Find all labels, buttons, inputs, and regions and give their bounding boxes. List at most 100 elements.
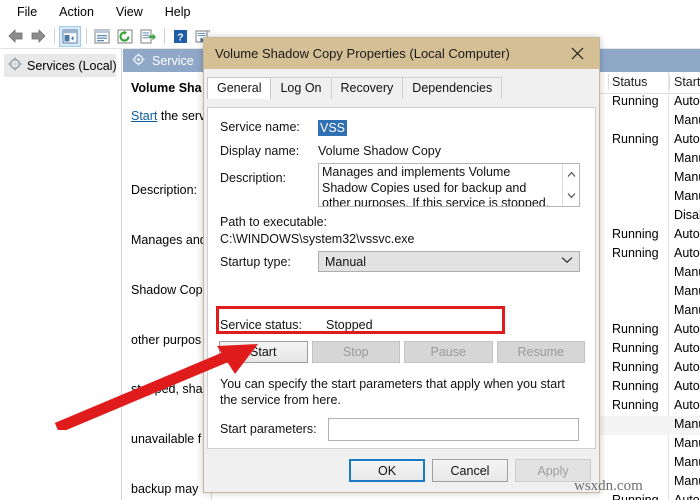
cell-startup-type: Manu [674,417,700,431]
display-name-label: Display name: [220,144,300,158]
cell-startup-type: Autom [674,341,700,355]
tab-recovery[interactable]: Recovery [330,77,404,99]
menu-file[interactable]: File [6,3,48,21]
column-divider [608,74,609,90]
service-status-row: Service status: Stopped [220,318,373,332]
cell-startup-type: Manu [674,455,700,469]
service-description-line: Shadow Cop [131,282,203,297]
console-tree-pane: Services (Local) [0,49,122,500]
refresh-icon[interactable] [114,26,136,47]
cancel-button[interactable]: Cancel [432,459,508,482]
description-scrollbar[interactable] [562,164,579,206]
results-pane-title: Service [152,53,194,68]
resume-button: Resume [496,341,585,363]
cell-status: Running [612,94,659,108]
pause-button: Pause [404,341,493,363]
cell-status: Running [612,360,659,374]
menu-help[interactable]: Help [154,3,202,21]
description-textarea[interactable]: Manages and implements Volume Shadow Cop… [318,163,580,207]
service-properties-dialog: Volume Shadow Copy Properties (Local Com… [203,37,600,493]
cell-startup-type: Manu [674,284,700,298]
cell-status: Running [612,322,659,336]
cell-startup-type: Autom [674,132,700,146]
dialog-tabs: General Log On Recovery Dependencies [207,77,599,99]
description-text: Manages and implements Volume Shadow Cop… [322,165,550,207]
service-name-label: Service name: [220,120,300,134]
start-service-link-rest: the serv [157,109,206,123]
cell-status: Running [612,398,659,412]
tab-log-on[interactable]: Log On [270,77,332,99]
sidebar-item-services-local[interactable]: Services (Local) [4,54,117,77]
column-header-status[interactable]: Status [612,75,647,89]
cell-startup-type: Manu [674,113,700,127]
display-name-value: Volume Shadow Copy [318,144,441,158]
service-description-line: Manages and [131,232,207,247]
cell-startup-type: Manu [674,303,700,317]
services-gear-icon [132,53,145,69]
selected-service-title: Volume Sha [131,81,202,95]
close-icon[interactable] [555,38,599,69]
ok-button[interactable]: OK [349,459,425,482]
column-header-startup-type[interactable]: Startu [674,75,700,89]
svg-text:?: ? [177,31,183,43]
menu-view[interactable]: View [105,3,154,21]
show-hide-console-tree-icon[interactable] [59,25,81,47]
cell-status: Running [612,227,659,241]
toolbar-separator-3 [164,28,165,44]
cell-startup-type: Disab [674,208,700,222]
cell-status: Running [612,341,659,355]
cell-startup-type: Autom [674,398,700,412]
tab-general[interactable]: General [207,77,272,99]
toolbar-separator-1 [54,28,55,44]
service-name-value: VSS [318,120,348,136]
export-list-icon[interactable] [137,26,159,47]
dialog-footer: OK Cancel Apply [204,449,599,492]
service-control-buttons: Start Stop Pause Resume [219,341,585,363]
cell-startup-type: Autom [674,360,700,374]
service-description-label: Description: [131,183,197,198]
cell-status: Running [612,246,659,260]
service-details-column: Volume Sha Start the serv Description: M… [123,72,211,500]
startup-type-label: Startup type: [220,255,291,269]
cell-startup-type: Manu [674,265,700,279]
start-service-link[interactable]: Start [131,109,157,123]
scroll-up-icon[interactable] [563,164,579,185]
services-gear-icon [8,57,22,74]
back-arrow-icon[interactable] [4,26,26,47]
start-parameters-label: Start parameters: [220,422,317,436]
cell-startup-type: Autom [674,322,700,336]
cell-startup-type: Manu [674,474,700,488]
cell-startup-type: Manu [674,189,700,203]
menu-action[interactable]: Action [48,3,105,21]
service-action-line: Start the serv [131,109,211,123]
service-status-value: Stopped [325,318,373,332]
startup-type-select[interactable]: Manual [318,251,580,272]
description-label: Description: [220,171,286,185]
service-description-line: unavailable f [131,432,202,447]
properties-icon[interactable] [91,26,113,47]
general-tab-panel: Service name: VSS Display name: Volume S… [207,107,596,449]
start-parameters-input[interactable] [328,418,579,441]
start-button[interactable]: Start [219,341,308,363]
column-divider [669,74,670,90]
menu-bar: File Action View Help [0,0,700,24]
start-parameters-hint: You can specify the start parameters tha… [220,377,565,407]
service-description-line: stopped, sha [131,382,203,397]
service-description-line: backup may [131,481,199,496]
dialog-title-bar[interactable]: Volume Shadow Copy Properties (Local Com… [204,38,599,69]
forward-arrow-icon[interactable] [27,26,49,47]
path-to-executable-label: Path to executable: [220,215,328,229]
watermark: wsxdn.com [574,478,643,494]
scroll-down-icon[interactable] [563,185,579,206]
service-status-label: Service status: [220,318,302,332]
cell-status: Running [612,132,659,146]
stop-button: Stop [311,341,400,363]
cell-startup-type: Manu [674,436,700,450]
startup-type-value: Manual [325,254,366,269]
help-icon[interactable]: ? [169,26,191,47]
tab-dependencies[interactable]: Dependencies [402,77,503,99]
cell-status: Running [612,379,659,393]
cell-startup-type: Autom [674,493,700,500]
cell-startup-type: Autom [674,227,700,241]
cell-startup-type: Autom [674,379,700,393]
